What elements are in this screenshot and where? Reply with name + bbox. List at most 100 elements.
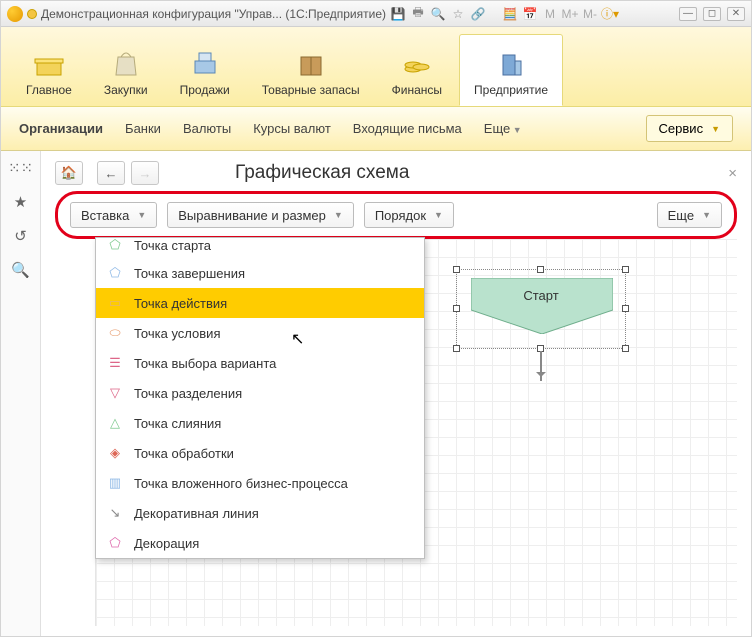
resize-handle[interactable] [622,266,629,273]
box-icon [295,47,327,79]
start-node[interactable]: Старт [456,269,626,349]
chevron-down-icon: ▼ [702,210,711,220]
connector-arrow-icon[interactable] [540,351,542,381]
resize-handle[interactable] [622,305,629,312]
menu-item-deco-line[interactable]: ↘ Декоративная линия [96,498,424,528]
preview-icon[interactable]: 🔍 [430,6,446,22]
nav-more[interactable]: Еще [484,121,522,136]
tile-purchases[interactable]: Закупки [89,34,163,106]
workspace: ⁙⁙ ★ ↺ 🔍 🏠 ← → Графическая схема × Встав… [1,151,751,636]
chevron-down-icon: ▼ [711,124,720,134]
home-icon [33,47,65,79]
menu-label: Точка действия [134,296,227,311]
home-button[interactable]: 🏠 [55,161,83,185]
resize-handle[interactable] [622,345,629,352]
tile-label: Продажи [180,83,230,97]
mminus-icon[interactable]: M- [582,6,598,22]
triangle-up-icon: △ [108,416,122,430]
resize-handle[interactable] [537,266,544,273]
left-rail: ⁙⁙ ★ ↺ 🔍 [1,151,41,636]
more-button[interactable]: Еще▼ [657,202,722,228]
favorite-icon[interactable]: ★ [12,193,30,211]
menu-label: Точка условия [134,326,220,341]
nav-organizations[interactable]: Организации [19,121,103,136]
ellipse-icon: ⬭ [108,326,122,340]
tile-label: Главное [26,83,72,97]
tile-label: Закупки [104,83,148,97]
tile-main[interactable]: Главное [11,34,87,106]
menu-item-merge-point[interactable]: △ Точка слияния [96,408,424,438]
nav-rates[interactable]: Курсы валют [253,121,331,136]
menu-item-subprocess-point[interactable]: ▥ Точка вложенного бизнес-процесса [96,468,424,498]
close-button[interactable]: ✕ [727,7,745,21]
register-icon [189,47,221,79]
nav-inbox[interactable]: Входящие письма [353,121,462,136]
tile-finance[interactable]: Финансы [377,34,457,106]
tile-label: Предприятие [474,83,548,97]
menu-item-processing-point[interactable]: ◈ Точка обработки [96,438,424,468]
back-button[interactable]: ← [97,161,125,185]
print-icon[interactable]: 🖶 [410,6,426,22]
save-icon[interactable]: 💾 [390,6,406,22]
menu-item-decoration[interactable]: ⬠ Декорация [96,528,424,558]
main-toolbar: Главное Закупки Продажи Товарные запасы … [1,27,751,107]
calc-icon[interactable]: 🧮 [502,6,518,22]
service-label: Сервис [659,121,704,136]
start-label: Старт [457,288,625,303]
page-title: Графическая схема [235,162,409,184]
nav-banks[interactable]: Банки [125,121,161,136]
line-icon: ↘ [108,506,122,520]
forward-button: → [131,161,159,185]
menu-label: Точка обработки [134,446,234,461]
resize-handle[interactable] [453,266,460,273]
triangle-down-icon: ▽ [108,386,122,400]
close-page-button[interactable]: × [728,165,737,182]
menu-label: Точка старта [134,238,211,253]
menu-item-start-point[interactable]: ⬠ Точка старта [96,238,424,258]
bag-icon [110,47,142,79]
tile-sales[interactable]: Продажи [165,34,245,106]
pentagon-icon: ⬠ [108,536,122,550]
minimize-button[interactable]: — [679,7,697,21]
menu-item-end-point[interactable]: ⬠ Точка завершения [96,258,424,288]
menu-label: Точка вложенного бизнес-процесса [134,476,348,491]
pentagon-icon: ⬠ [108,266,122,280]
info-icon[interactable]: ⓘ▾ [602,6,618,22]
history-icon[interactable]: ↺ [12,227,30,245]
link-icon[interactable]: 🔗 [470,6,486,22]
menu-item-split-point[interactable]: ▽ Точка разделения [96,378,424,408]
mplus-icon[interactable]: M+ [562,6,578,22]
tile-label: Финансы [392,83,442,97]
coins-icon [401,47,433,79]
secondary-bar: Организации Банки Валюты Курсы валют Вхо… [1,107,751,151]
tile-label: Товарные запасы [262,83,360,97]
grid-icon[interactable]: ⁙⁙ [12,159,30,177]
calendar-icon[interactable]: 📅 [522,6,538,22]
tile-stock[interactable]: Товарные запасы [247,34,375,106]
menu-item-choice-point[interactable]: ☰ Точка выбора варианта [96,348,424,378]
nav-currencies[interactable]: Валюты [183,121,231,136]
service-button[interactable]: Сервис ▼ [646,115,733,142]
app-logo-icon [7,6,23,22]
star-icon[interactable]: ☆ [450,6,466,22]
chevron-down-icon: ▼ [137,210,146,220]
order-button[interactable]: Порядок▼ [364,202,454,228]
resize-handle[interactable] [453,305,460,312]
menu-label: Точка выбора варианта [134,356,276,371]
bars-icon: ☰ [108,356,122,370]
menu-item-condition-point[interactable]: ⬭ Точка условия [96,318,424,348]
insert-dropdown: ⬠ Точка старта ⬠ Точка завершения ▭ Точк… [95,237,425,559]
align-button[interactable]: Выравнивание и размер▼ [167,202,354,228]
insert-button[interactable]: Вставка▼ [70,202,157,228]
tile-enterprise[interactable]: Предприятие [459,34,563,106]
m-icon[interactable]: M [542,6,558,22]
menu-item-action-point[interactable]: ▭ Точка действия [96,288,424,318]
menu-label: Декорация [134,536,199,551]
nested-rect-icon: ▥ [108,476,122,490]
resize-handle[interactable] [453,345,460,352]
chevron-down-icon: ▼ [434,210,443,220]
menu-label: Точка слияния [134,416,221,431]
search-icon[interactable]: 🔍 [12,261,30,279]
maximize-button[interactable]: ◻ [703,7,721,21]
start-shape-icon [471,278,613,334]
